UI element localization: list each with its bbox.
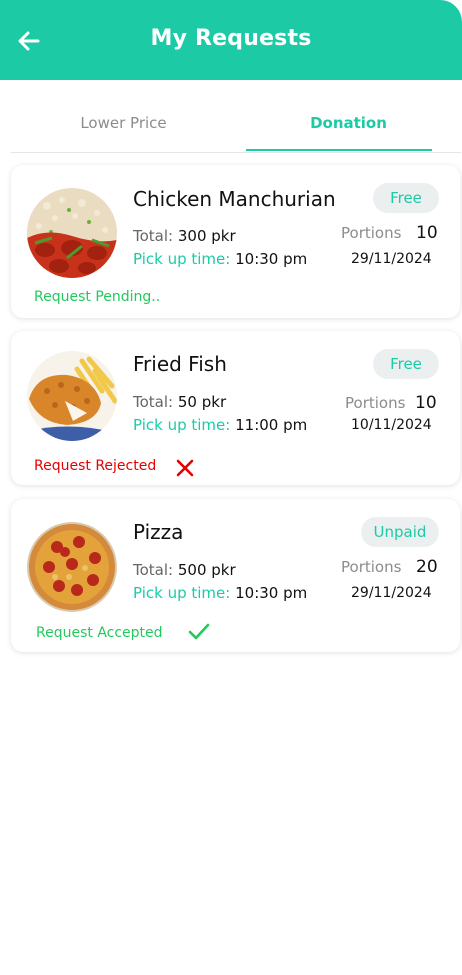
portions-value: 10 — [415, 393, 437, 413]
total-label: Total: — [133, 561, 174, 579]
food-name: Fried Fish — [133, 352, 227, 376]
request-date: 10/11/2024 — [351, 417, 432, 433]
tab-bar: Lower Price Donation — [11, 98, 461, 153]
total-label: Total: — [133, 227, 174, 245]
total-row: Total: 50 pkr — [133, 393, 226, 411]
total-label: Total: — [133, 393, 174, 411]
pickup-row: Pick up time: 10:30 pm — [133, 250, 307, 268]
status-text: Request Accepted — [36, 625, 163, 641]
price-badge: Free — [373, 349, 439, 379]
chicken-manchurian-dish — [27, 188, 117, 278]
total-value: 300 pkr — [177, 227, 236, 245]
portions-label: Portions — [341, 224, 402, 242]
total-value: 500 pkr — [177, 561, 236, 579]
total-row: Total: 500 pkr — [133, 561, 236, 579]
request-date: 29/11/2024 — [351, 585, 432, 601]
check-icon — [188, 623, 210, 640]
fried-fish-dish — [27, 351, 117, 441]
request-date: 29/11/2024 — [351, 251, 432, 267]
portions-value: 20 — [416, 557, 438, 577]
pickup-label: Pick up time: — [133, 416, 231, 434]
status-text: Request Rejected — [34, 458, 157, 474]
pickup-value: 10:30 pm — [235, 250, 308, 268]
pickup-value: 11:00 pm — [235, 416, 308, 434]
request-card[interactable]: Fried Fish Free Total: 50 pkr Pick up ti… — [11, 331, 460, 485]
pickup-label: Pick up time: — [133, 250, 231, 268]
portions-value: 10 — [416, 223, 438, 243]
app-header: My Requests — [0, 0, 462, 80]
total-value: 50 pkr — [177, 393, 227, 411]
price-badge: Unpaid — [361, 517, 439, 547]
request-card[interactable]: Chicken Manchurian Free Total: 300 pkr P… — [11, 165, 460, 318]
portions-label: Portions — [341, 558, 402, 576]
pickup-row: Pick up time: 10:30 pm — [133, 584, 307, 602]
total-row: Total: 300 pkr — [133, 227, 236, 245]
active-tab-indicator — [246, 149, 432, 151]
pickup-label: Pick up time: — [133, 584, 231, 602]
pickup-value: 10:30 pm — [235, 584, 308, 602]
food-name: Chicken Manchurian — [133, 187, 336, 211]
price-badge: Free — [373, 183, 439, 213]
pizza-dish — [27, 522, 117, 612]
tab-lower-price[interactable]: Lower Price — [11, 98, 236, 150]
status-text: Request Pending.. — [34, 289, 161, 305]
food-name: Pizza — [133, 520, 184, 544]
cross-icon — [176, 459, 194, 477]
request-card[interactable]: Pizza Unpaid Total: 500 pkr Pick up time… — [11, 499, 460, 652]
tab-donation[interactable]: Donation — [236, 98, 461, 150]
page-title: My Requests — [150, 26, 312, 51]
pickup-row: Pick up time: 11:00 pm — [133, 416, 307, 434]
portions-label: Portions — [345, 394, 406, 412]
